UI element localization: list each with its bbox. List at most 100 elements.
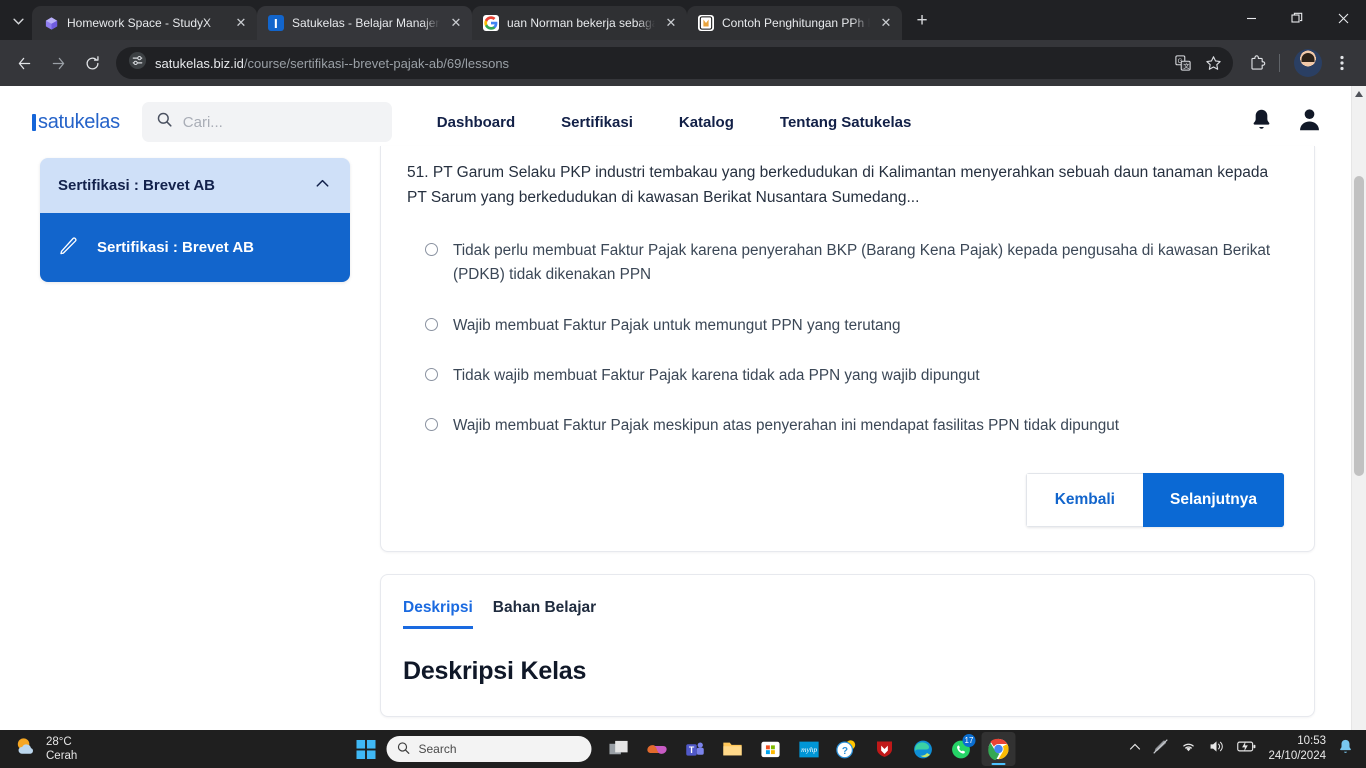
sidebar-section-header[interactable]: Sertifikasi : Brevet AB bbox=[40, 158, 350, 213]
tab-close-icon[interactable]: ✕ bbox=[448, 15, 464, 31]
browser-tab[interactable]: Contoh Penghitungan PPh Pasa ✕ bbox=[687, 6, 902, 40]
quiz-card: 51. PT Garum Selaku PKP industri tembaka… bbox=[380, 146, 1315, 552]
minimize-button[interactable] bbox=[1228, 0, 1274, 36]
tab-close-icon[interactable]: ✕ bbox=[233, 15, 249, 31]
site-logo[interactable]: satukelas bbox=[32, 111, 120, 134]
browser-tab[interactable]: Homework Space - StudyX ✕ bbox=[32, 6, 257, 40]
scroll-up-arrow-icon[interactable] bbox=[1352, 86, 1366, 101]
microsoft-store-icon[interactable] bbox=[754, 732, 788, 766]
logo-text: satukelas bbox=[38, 110, 120, 133]
taskbar-clock[interactable]: 10:53 24/10/2024 bbox=[1268, 734, 1326, 764]
notification-bell-icon[interactable] bbox=[1249, 107, 1274, 137]
copilot-icon[interactable] bbox=[640, 732, 674, 766]
teams-icon[interactable]: T bbox=[678, 732, 712, 766]
clock-time: 10:53 bbox=[1297, 735, 1326, 748]
restore-button[interactable] bbox=[1274, 0, 1320, 36]
answer-option[interactable]: Wajib membuat Faktur Pajak meskipun atas… bbox=[425, 401, 1292, 451]
answer-option[interactable]: Tidak perlu membuat Faktur Pajak karena … bbox=[425, 226, 1292, 300]
svg-text:myhp: myhp bbox=[801, 745, 817, 754]
nav-item-sertifikasi[interactable]: Sertifikasi bbox=[538, 114, 656, 131]
google-icon bbox=[483, 15, 499, 31]
windows-taskbar: 28°C Cerah Search T myhp ? 17 10:53 24/1… bbox=[0, 730, 1366, 768]
studyx-icon bbox=[43, 15, 59, 31]
back-button[interactable]: Kembali bbox=[1025, 473, 1143, 527]
answer-option[interactable]: Wajib membuat Faktur Pajak untuk memungu… bbox=[425, 301, 1292, 351]
task-view-icon[interactable] bbox=[602, 732, 636, 766]
page-scrollbar[interactable] bbox=[1351, 86, 1366, 730]
page-content: satukelas Dashboard Sertifikasi Katalog … bbox=[0, 86, 1351, 730]
pen-muted-icon[interactable] bbox=[1152, 738, 1169, 760]
new-tab-button[interactable]: + bbox=[908, 8, 936, 36]
chevron-up-icon[interactable] bbox=[313, 174, 332, 197]
start-button-icon[interactable] bbox=[351, 734, 381, 764]
site-nav: Dashboard Sertifikasi Katalog Tentang Sa… bbox=[414, 114, 935, 131]
weather-text: 28°C Cerah bbox=[46, 735, 77, 764]
user-avatar-icon[interactable] bbox=[1296, 106, 1323, 138]
description-card: Deskripsi Bahan Belajar Deskripsi Kelas bbox=[380, 574, 1315, 717]
battery-charging-icon[interactable] bbox=[1236, 738, 1257, 760]
sidebar-item-sertifikasi-brevet-ab[interactable]: Sertifikasi : Brevet AB bbox=[40, 213, 350, 282]
volume-icon[interactable] bbox=[1208, 738, 1225, 760]
clock-date: 24/10/2024 bbox=[1268, 750, 1326, 762]
forward-icon[interactable] bbox=[42, 47, 74, 79]
tab-title: Satukelas - Belajar Manajemen bbox=[292, 16, 440, 30]
wifi-icon[interactable] bbox=[1180, 738, 1197, 760]
nav-item-dashboard[interactable]: Dashboard bbox=[414, 114, 538, 131]
search-input[interactable] bbox=[182, 113, 378, 131]
page-viewport: satukelas Dashboard Sertifikasi Katalog … bbox=[0, 86, 1366, 730]
mcafee-icon[interactable] bbox=[868, 732, 902, 766]
taskbar-search[interactable]: Search bbox=[386, 736, 592, 762]
file-explorer-icon[interactable] bbox=[716, 732, 750, 766]
tab-close-icon[interactable]: ✕ bbox=[878, 15, 894, 31]
tray-expand-chevron-icon[interactable] bbox=[1129, 740, 1141, 758]
help-icon[interactable]: ? bbox=[830, 732, 864, 766]
document-icon bbox=[698, 15, 714, 31]
translate-icon[interactable]: G文 bbox=[1169, 49, 1197, 77]
site-search[interactable] bbox=[141, 102, 392, 142]
svg-text:T: T bbox=[688, 745, 694, 755]
quiz-navigation: Kembali Selanjutnya bbox=[403, 451, 1292, 527]
answer-option-label: Wajib membuat Faktur Pajak untuk memungu… bbox=[453, 316, 901, 334]
whatsapp-icon[interactable]: 17 bbox=[944, 732, 978, 766]
taskbar-center: Search T myhp ? 17 bbox=[351, 732, 1016, 766]
edge-icon[interactable] bbox=[906, 732, 940, 766]
tab-deskripsi[interactable]: Deskripsi bbox=[403, 599, 473, 629]
scrollbar-thumb[interactable] bbox=[1354, 176, 1364, 476]
radio-icon[interactable] bbox=[425, 317, 438, 331]
tab-close-icon[interactable]: ✕ bbox=[663, 15, 679, 31]
close-button[interactable] bbox=[1320, 0, 1366, 36]
answer-option[interactable]: Tidak wajib membuat Faktur Pajak karena … bbox=[425, 351, 1292, 401]
tab-strip: Homework Space - StudyX ✕ Satukelas - Be… bbox=[0, 0, 1366, 40]
svg-text:?: ? bbox=[842, 746, 848, 757]
sidebar-item-label: Sertifikasi : Brevet AB bbox=[97, 239, 255, 256]
answer-option-label: Tidak perlu membuat Faktur Pajak karena … bbox=[453, 242, 1271, 284]
tab-bahan-belajar[interactable]: Bahan Belajar bbox=[493, 599, 596, 629]
url-text: satukelas.biz.id/course/sertifikasi--bre… bbox=[155, 56, 1161, 71]
logo-bar-icon bbox=[32, 113, 36, 131]
myhp-icon[interactable]: myhp bbox=[792, 732, 826, 766]
tab-search-icon[interactable] bbox=[4, 7, 32, 35]
address-bar[interactable]: satukelas.biz.id/course/sertifikasi--bre… bbox=[116, 47, 1233, 79]
course-sidebar: Sertifikasi : Brevet AB Sertifikasi : Br… bbox=[40, 158, 350, 282]
taskbar-search-placeholder: Search bbox=[418, 742, 457, 756]
radio-icon[interactable] bbox=[425, 367, 438, 381]
site-settings-icon[interactable] bbox=[128, 51, 147, 75]
sidebar-card: Sertifikasi : Brevet AB Sertifikasi : Br… bbox=[40, 158, 350, 282]
chrome-icon[interactable] bbox=[981, 732, 1016, 766]
bookmark-star-icon[interactable] bbox=[1199, 49, 1227, 77]
notification-center-icon[interactable] bbox=[1337, 738, 1354, 760]
radio-icon[interactable] bbox=[425, 243, 438, 257]
next-button[interactable]: Selanjutnya bbox=[1143, 473, 1284, 527]
browser-tab[interactable]: uan Norman bekerja sebagai pe ✕ bbox=[472, 6, 687, 40]
back-icon[interactable] bbox=[8, 47, 40, 79]
reload-icon[interactable] bbox=[76, 47, 108, 79]
weather-widget[interactable]: 28°C Cerah bbox=[0, 735, 300, 764]
nav-item-katalog[interactable]: Katalog bbox=[656, 114, 757, 131]
radio-icon[interactable] bbox=[425, 417, 438, 431]
browser-tab-active[interactable]: Satukelas - Belajar Manajemen ✕ bbox=[257, 6, 472, 40]
chrome-menu-icon[interactable] bbox=[1326, 47, 1358, 79]
description-title: Deskripsi Kelas bbox=[403, 657, 587, 685]
extensions-icon[interactable] bbox=[1241, 47, 1273, 79]
profile-avatar[interactable] bbox=[1294, 49, 1322, 77]
nav-item-tentang-satukelas[interactable]: Tentang Satukelas bbox=[757, 114, 934, 131]
